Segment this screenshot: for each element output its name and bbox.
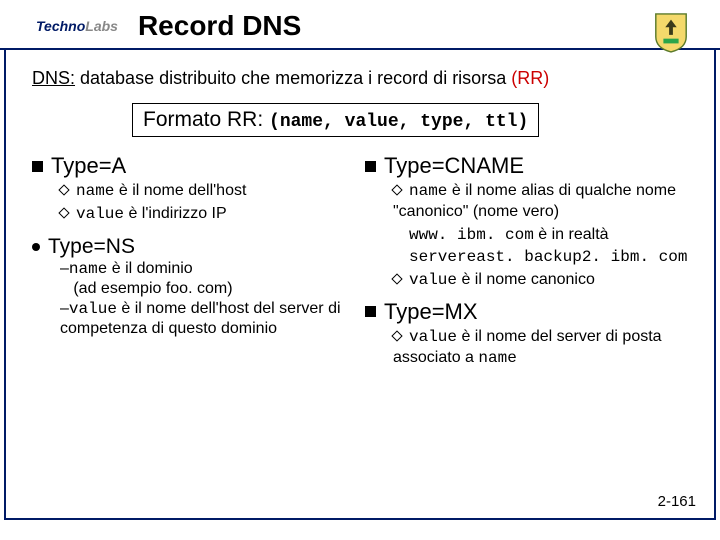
diamond-bullet-icon <box>58 207 69 218</box>
slide-title: Record DNS <box>138 10 301 42</box>
technolabs-logo: TechnoLabs <box>30 18 118 34</box>
slide-header: TechnoLabs Record DNS <box>0 0 720 50</box>
type-a-line1: name è il nome dell'host <box>32 181 355 202</box>
logo-text-gray: Labs <box>85 18 118 34</box>
left-column: Type=A name è il nome dell'host value è … <box>32 151 355 369</box>
type-cname-example2: servereast. backup2. ibm. com <box>365 247 688 268</box>
type-mx-line1: value è il nome del server di posta asso… <box>365 327 688 369</box>
type-ns-line2: –value è il nome dell'host del server di… <box>32 299 355 339</box>
type-a-line2: value è l'indirizzo IP <box>32 204 355 225</box>
diamond-bullet-icon <box>58 184 69 195</box>
format-tuple: (name, value, type, ttl) <box>269 112 528 132</box>
page-number: 2-161 <box>658 493 696 510</box>
crest-icon <box>652 10 690 54</box>
square-bullet-icon <box>365 161 376 172</box>
diamond-bullet-icon <box>391 330 402 341</box>
type-ns-heading: Type=NS <box>32 235 355 259</box>
logo-text-dark: Techno <box>36 18 85 34</box>
type-cname-heading: Type=CNAME <box>365 153 688 179</box>
type-cname-example1: www. ibm. com è in realtà <box>365 225 688 246</box>
right-column: Type=CNAME name è il nome alias di qualc… <box>365 151 688 369</box>
dash-bullet-icon: – <box>60 300 69 317</box>
dash-bullet-icon: – <box>60 260 69 277</box>
square-bullet-icon <box>365 306 376 317</box>
type-cname-line2: value è il nome canonico <box>365 270 688 291</box>
format-label: Formato RR: <box>143 108 269 131</box>
type-mx-heading: Type=MX <box>365 299 688 325</box>
disc-bullet-icon <box>32 243 40 251</box>
type-cname-line1: name è il nome alias di qualche nome "ca… <box>365 181 688 223</box>
diamond-bullet-icon <box>391 274 402 285</box>
intro-line: DNS: database distribuito che memorizza … <box>32 68 688 89</box>
rr-paren: (RR) <box>511 68 549 88</box>
dns-label: DNS: <box>32 68 75 88</box>
type-a-heading: Type=A <box>32 153 355 179</box>
intro-text: database distribuito che memorizza i rec… <box>75 68 511 88</box>
content-frame: DNS: database distribuito che memorizza … <box>4 50 716 520</box>
diamond-bullet-icon <box>391 184 402 195</box>
format-box: Formato RR: (name, value, type, ttl) <box>132 103 539 137</box>
square-bullet-icon <box>32 161 43 172</box>
type-ns-line1: –name è il dominio (ad esempio foo. com) <box>32 259 355 299</box>
